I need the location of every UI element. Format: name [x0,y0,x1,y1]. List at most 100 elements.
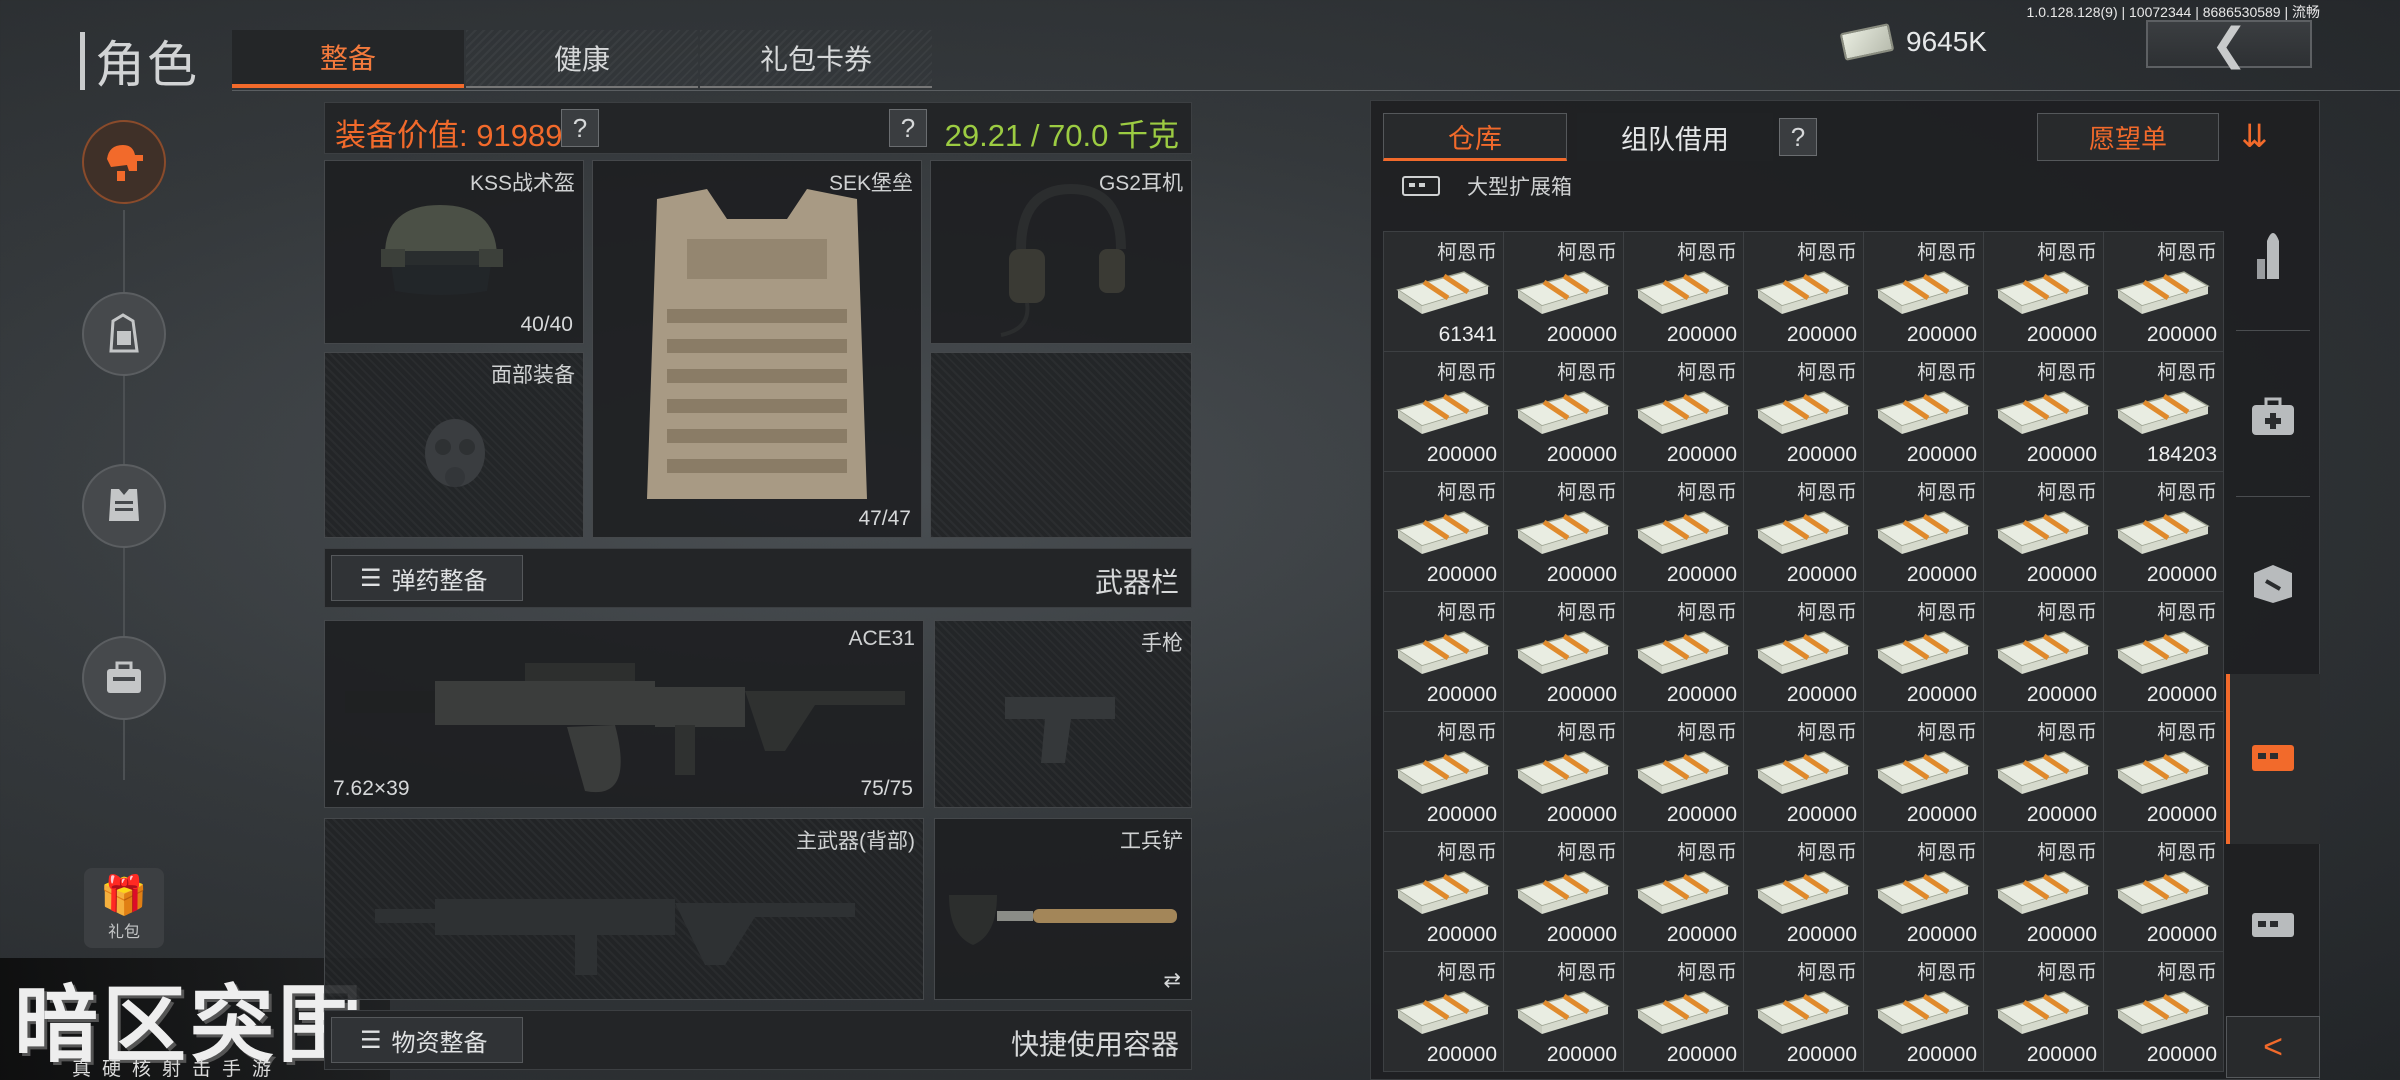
wishlist-button[interactable]: 愿望单 [2037,113,2219,161]
warehouse-item-cell[interactable]: 柯恩币 200000 [1744,472,1863,591]
item-amount: 200000 [2146,323,2217,346]
warehouse-item-cell[interactable]: 柯恩币 200000 [1984,592,2103,711]
warehouse-item-cell[interactable]: 柯恩币 200000 [1984,952,2103,1071]
tab-health[interactable]: 健康 [466,30,698,88]
warehouse-item-cell[interactable]: 柯恩币 200000 [1624,232,1743,351]
warehouse-item-cell[interactable]: 柯恩币 200000 [2104,832,2223,951]
headset-slot[interactable]: GS2耳机 [930,160,1192,344]
warehouse-item-cell[interactable]: 柯恩币 200000 [2104,232,2223,351]
warehouse-item-cell[interactable]: 柯恩币 200000 [1984,472,2103,591]
item-amount: 200000 [1786,1043,1857,1066]
stash-icon[interactable] [2240,890,2306,956]
ammo-loadout-button[interactable]: ☰ 弹药整备 [331,555,523,601]
warehouse-item-cell[interactable]: 柯恩币 200000 [1384,832,1503,951]
item-amount: 200000 [1786,563,1857,586]
warehouse-item-cell[interactable]: 柯恩币 200000 [1984,352,2103,471]
warehouse-item-cell[interactable]: 柯恩币 200000 [2104,472,2223,591]
item-name: 柯恩币 [1917,242,1977,264]
warehouse-item-cell[interactable]: 柯恩币 200000 [1864,712,1983,831]
tab-team-borrow[interactable]: 组队借用 [1577,113,1773,161]
warehouse-item-cell[interactable]: 柯恩币 200000 [1624,712,1743,831]
sidebar-item-loadout[interactable] [82,120,166,204]
swap-icon[interactable]: ⇄ [1163,968,1181,993]
warehouse-item-cell[interactable]: 柯恩币 200000 [1864,592,1983,711]
warehouse-item-cell[interactable]: 柯恩币 200000 [1384,592,1503,711]
warehouse-item-cell[interactable]: 柯恩币 200000 [1384,352,1503,471]
warehouse-item-cell[interactable]: 柯恩币 200000 [1984,712,2103,831]
gift-button[interactable]: 🎁 礼包 [84,868,164,948]
warehouse-item-cell[interactable]: 柯恩币 200000 [1384,712,1503,831]
warehouse-item-cell[interactable]: 柯恩币 200000 [1744,232,1863,351]
warehouse-item-cell[interactable]: 柯恩币 200000 [1984,232,2103,351]
armor-vest-slot[interactable]: SEK堡垒 47/47 [592,160,922,538]
warehouse-item-cell[interactable]: 柯恩币 200000 [1744,712,1863,831]
warehouse-item-cell[interactable]: 柯恩币 200000 [1504,832,1623,951]
medical-case-icon[interactable] [2240,384,2306,450]
item-name: 柯恩币 [1437,602,1497,624]
warehouse-item-cell[interactable]: 柯恩币 200000 [1504,592,1623,711]
warehouse-item-cell[interactable]: 柯恩币 200000 [2104,592,2223,711]
storage-chest-icon[interactable] [2240,724,2306,790]
supply-loadout-label: 物资整备 [391,1029,488,1057]
warehouse-item-cell[interactable]: 柯恩币 200000 [1624,592,1743,711]
warehouse-item-cell[interactable]: 柯恩币 200000 [1864,232,1983,351]
primary-back-slot[interactable]: 主武器(背部) [324,818,924,1000]
warehouse-item-cell[interactable]: 柯恩币 200000 [1864,472,1983,591]
sidebar-item-armor[interactable] [82,464,166,548]
cash-stack-icon [2116,871,2210,914]
warehouse-item-cell[interactable]: 柯恩币 200000 [1744,832,1863,951]
pistol-slot[interactable]: 手枪 [934,620,1192,808]
warehouse-item-cell[interactable]: 柯恩币 200000 [1864,832,1983,951]
warehouse-item-cell[interactable]: 柯恩币 200000 [1624,472,1743,591]
item-amount: 200000 [1906,683,1977,706]
ammo-icon[interactable] [2240,220,2306,286]
item-amount: 200000 [2026,1043,2097,1066]
warehouse-item-cell[interactable]: 柯恩币 184203 [2104,352,2223,471]
warehouse-item-cell[interactable]: 柯恩币 200000 [1744,952,1863,1071]
cash-stack-icon [1396,751,1490,794]
warehouse-item-cell[interactable]: 柯恩币 200000 [1384,472,1503,591]
item-amount: 200000 [1786,803,1857,826]
value-help-button[interactable]: ? [561,109,599,147]
warehouse-item-cell[interactable]: 柯恩币 200000 [1504,232,1623,351]
warehouse-item-cell[interactable]: 柯恩币 200000 [1624,952,1743,1071]
supply-loadout-button[interactable]: ☰ 物资整备 [331,1017,523,1063]
warehouse-item-cell[interactable]: 柯恩币 200000 [1624,832,1743,951]
warehouse-item-cell[interactable]: 柯恩币 200000 [1504,952,1623,1071]
warehouse-help-button[interactable]: ? [1779,118,1817,156]
warehouse-item-cell[interactable]: 柯恩币 61341 [1384,232,1503,351]
cash-stack-icon [1396,991,1490,1034]
container-header[interactable]: 大型扩展箱 [1401,171,1572,201]
weight-help-button[interactable]: ? [889,109,927,147]
tab-warehouse[interactable]: 仓库 [1383,113,1567,161]
item-amount: 200000 [1786,323,1857,346]
warehouse-item-cell[interactable]: 柯恩币 200000 [1504,472,1623,591]
primary-weapon-slot[interactable]: ACE31 7.62×39 75/75 [324,620,924,808]
warehouse-item-cell[interactable]: 柯恩币 200000 [2104,952,2223,1071]
face-slot[interactable]: 面部装备 [324,352,584,538]
back-button[interactable]: ❮ [2146,20,2312,69]
item-amount: 200000 [1426,803,1497,826]
warehouse-item-cell[interactable]: 柯恩币 200000 [2104,712,2223,831]
item-amount: 200000 [1906,803,1977,826]
tab-gift-coupons[interactable]: 礼包卡券 [700,30,932,88]
warehouse-item-cell[interactable]: 柯恩币 200000 [1744,592,1863,711]
warehouse-item-cell[interactable]: 柯恩币 200000 [1984,832,2103,951]
sidebar-item-medkit[interactable] [82,636,166,720]
collapse-panel-button[interactable]: < [2226,1016,2320,1078]
warehouse-item-cell[interactable]: 柯恩币 200000 [1504,712,1623,831]
item-amount: 200000 [1786,443,1857,466]
item-amount: 200000 [2146,923,2217,946]
warehouse-item-cell[interactable]: 柯恩币 200000 [1744,352,1863,471]
ammo-loadout-label: 弹药整备 [391,567,488,595]
warehouse-item-cell[interactable]: 柯恩币 200000 [1864,952,1983,1071]
warehouse-item-cell[interactable]: 柯恩币 200000 [1384,952,1503,1071]
sidebar-item-backpack[interactable] [82,292,166,376]
helmet-slot[interactable]: KSS战术盔 40/40 [324,160,584,344]
warehouse-item-cell[interactable]: 柯恩币 200000 [1504,352,1623,471]
warehouse-item-cell[interactable]: 柯恩币 200000 [1624,352,1743,471]
warehouse-item-cell[interactable]: 柯恩币 200000 [1864,352,1983,471]
melee-slot[interactable]: 工兵铲 ⇄ [934,818,1192,1000]
supply-box-icon[interactable] [2240,550,2306,616]
tab-loadout[interactable]: 整备 [232,30,464,88]
